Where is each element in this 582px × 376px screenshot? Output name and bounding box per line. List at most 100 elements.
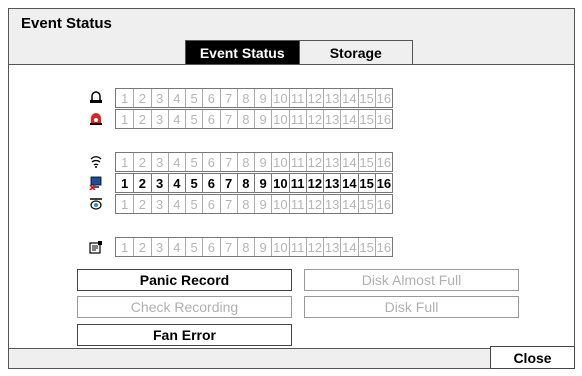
channel-cell: 16 [374, 174, 392, 192]
check-recording-indicator[interactable]: Check Recording [77, 296, 292, 318]
channel-cell: 5 [185, 110, 202, 128]
channel-cell: 5 [185, 195, 202, 213]
text-in-icon [89, 240, 103, 254]
channel-cell: 16 [374, 153, 392, 171]
event-row-video-loss: 1 2 3 4 5 6 7 8 9 10 11 12 13 14 15 16 [89, 173, 393, 193]
channel-cell: 3 [150, 110, 168, 128]
channel-cell: 2 [133, 174, 150, 192]
channel-cells: 1 2 3 4 5 6 7 8 9 10 11 12 13 14 15 16 [115, 194, 393, 214]
channel-cell: 8 [236, 195, 254, 213]
channel-cell: 4 [167, 153, 185, 171]
event-row-motion: 1 2 3 4 5 6 7 8 9 10 11 12 13 14 15 16 [89, 152, 393, 172]
channel-cell: 9 [254, 238, 271, 256]
channel-cell: 2 [133, 153, 150, 171]
channel-cell: 4 [167, 238, 185, 256]
channel-cell: 13 [323, 238, 340, 256]
channel-cell: 4 [167, 110, 185, 128]
channel-cell: 7 [219, 110, 237, 128]
channel-cell: 6 [202, 153, 219, 171]
channel-cell: 5 [185, 89, 202, 107]
channel-cell: 15 [357, 174, 374, 192]
channel-cell: 12 [305, 238, 323, 256]
channel-cell: 16 [374, 238, 392, 256]
channel-cell: 13 [323, 153, 340, 171]
channel-cell: 12 [305, 195, 323, 213]
channel-cells: 1 2 3 4 5 6 7 8 9 10 11 12 13 14 15 16 [115, 173, 393, 193]
close-button[interactable]: Close [490, 346, 575, 369]
channel-cell: 15 [357, 153, 374, 171]
channel-cell: 13 [323, 110, 340, 128]
channel-cell: 9 [254, 195, 271, 213]
channel-cell: 8 [236, 174, 254, 192]
channel-cell: 11 [288, 195, 306, 213]
channel-cell: 9 [254, 153, 271, 171]
channel-cell: 12 [305, 110, 323, 128]
channel-cell: 16 [374, 89, 392, 107]
channel-cell: 5 [185, 238, 202, 256]
channel-cell: 15 [357, 110, 374, 128]
channel-cell: 10 [271, 238, 288, 256]
channel-cell: 15 [357, 195, 374, 213]
channel-cell: 3 [150, 238, 168, 256]
channel-cell: 8 [236, 153, 254, 171]
event-row-alarm-in: 1 2 3 4 5 6 7 8 9 10 11 12 13 14 15 16 [89, 88, 393, 108]
channel-cell: 3 [150, 174, 168, 192]
channel-cell: 15 [357, 89, 374, 107]
channel-cell: 1 [121, 175, 129, 191]
event-row-tamper: 1 2 3 4 5 6 7 8 9 10 11 12 13 14 15 16 [89, 194, 393, 214]
channel-cell: 4 [167, 174, 185, 192]
channel-cell: 11 [288, 110, 306, 128]
channel-cell: 2 [133, 110, 150, 128]
channel-cell: 10 [271, 153, 288, 171]
disk-full-indicator[interactable]: Disk Full [304, 296, 519, 318]
channel-cell: 13 [323, 89, 340, 107]
window-title: Event Status [21, 15, 112, 32]
alarm-in-icon [89, 91, 103, 105]
channel-cell: 8 [236, 110, 254, 128]
event-row-text-in: 1 2 3 4 5 6 7 8 9 10 11 12 13 14 15 16 [89, 237, 393, 257]
fan-error-button[interactable]: Fan Error [77, 324, 292, 346]
channel-cell: 7 [219, 238, 237, 256]
tab-event-status[interactable]: Event Status [186, 41, 299, 64]
channel-cell: 3 [150, 153, 168, 171]
channel-cell: 12 [305, 89, 323, 107]
channel-cell: 2 [133, 89, 150, 107]
channel-cell: 7 [219, 174, 237, 192]
channel-cell: 16 [374, 110, 392, 128]
channel-cell: 7 [219, 195, 237, 213]
panic-record-button[interactable]: Panic Record [77, 269, 292, 291]
channel-cell: 3 [150, 89, 168, 107]
channel-cell: 6 [202, 174, 219, 192]
channel-cell: 12 [305, 174, 323, 192]
channel-cell: 6 [202, 195, 219, 213]
channel-cell: 12 [305, 153, 323, 171]
channel-cell: 1 [121, 111, 129, 127]
channel-cell: 10 [271, 174, 288, 192]
tab-storage[interactable]: Storage [298, 41, 412, 64]
channel-cell: 10 [271, 89, 288, 107]
channel-cell: 3 [150, 195, 168, 213]
channel-cell: 13 [323, 174, 340, 192]
channel-cell: 10 [271, 110, 288, 128]
video-loss-icon [89, 176, 103, 190]
channel-cell: 9 [254, 89, 271, 107]
alarm-out-icon [89, 112, 103, 126]
channel-cell: 14 [340, 195, 357, 213]
channel-cell: 5 [185, 153, 202, 171]
channel-cell: 10 [271, 195, 288, 213]
channel-cell: 6 [202, 110, 219, 128]
channel-cell: 6 [202, 89, 219, 107]
channel-cell: 2 [133, 195, 150, 213]
channel-cell: 13 [323, 195, 340, 213]
channel-cell: 7 [219, 89, 237, 107]
channel-cell: 11 [288, 89, 306, 107]
channel-cell: 14 [340, 238, 357, 256]
channel-cell: 5 [185, 174, 202, 192]
tab-bar: Event Status Storage [185, 40, 413, 64]
motion-icon [89, 155, 103, 169]
channel-cell: 16 [374, 195, 392, 213]
event-status-window: Event Status Event Status Storage 1 2 3 … [8, 8, 575, 369]
channel-cell: 1 [121, 154, 129, 170]
disk-almost-full-indicator[interactable]: Disk Almost Full [304, 269, 519, 291]
event-panel: 1 2 3 4 5 6 7 8 9 10 11 12 13 14 15 16 1… [9, 64, 574, 349]
